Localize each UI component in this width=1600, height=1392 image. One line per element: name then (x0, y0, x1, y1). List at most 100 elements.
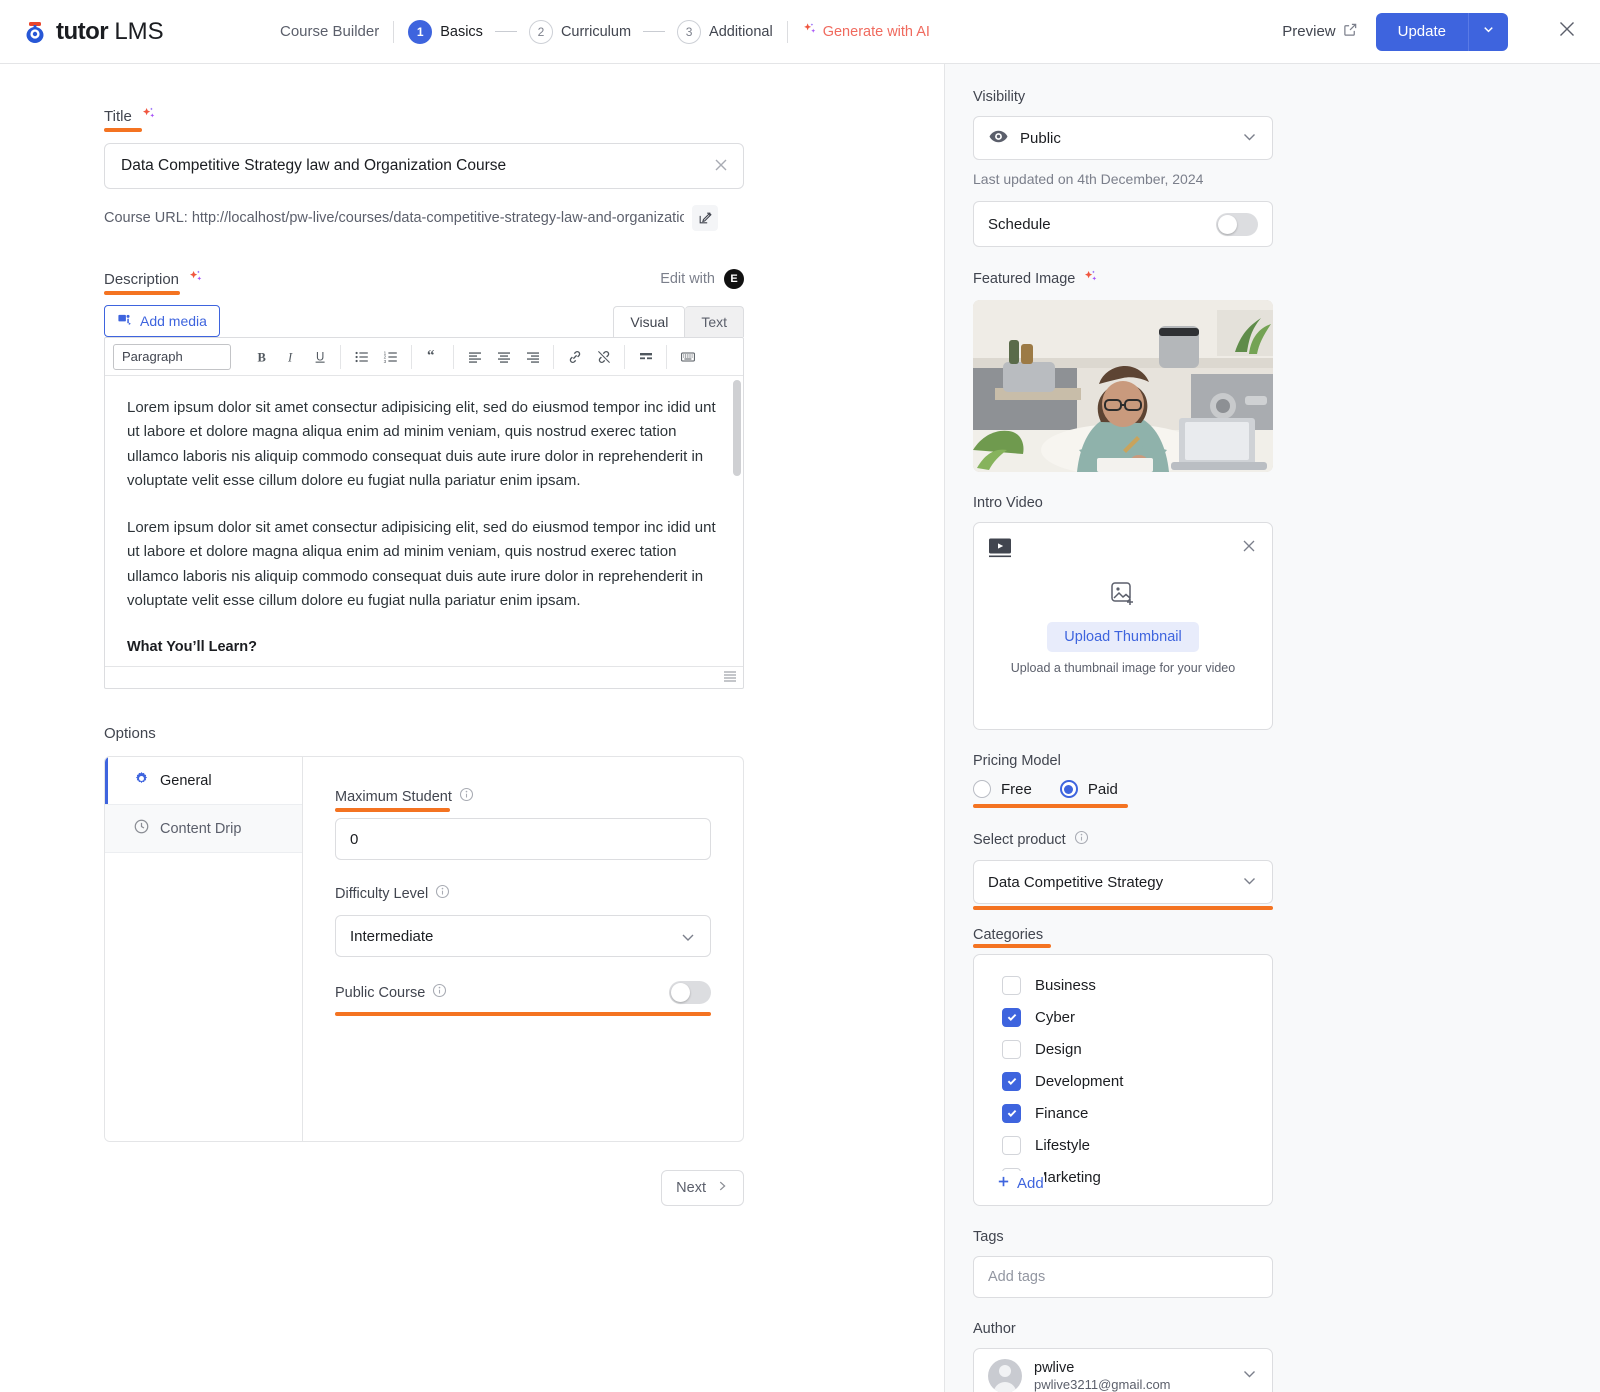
sparkle-icon[interactable] (188, 269, 204, 289)
tab-visual[interactable]: Visual (613, 306, 686, 337)
close-icon[interactable] (1240, 537, 1258, 560)
step-basics-label: Basics (440, 23, 483, 40)
pricing-model-label: Pricing Model (973, 753, 1061, 769)
category-label: Cyber (1035, 1008, 1076, 1026)
author-select[interactable]: pwlive pwlive3211@gmail.com (973, 1348, 1273, 1392)
add-media-button[interactable]: Add media (104, 305, 220, 337)
course-title-input[interactable] (104, 143, 744, 189)
align-center-icon[interactable] (490, 343, 517, 370)
brand-logo: tutor LMS (22, 18, 280, 46)
blockquote-icon[interactable]: “ (419, 343, 446, 370)
update-button[interactable]: Update (1375, 12, 1468, 51)
description-header: Description Edit with E (104, 269, 744, 295)
insert-link-icon[interactable] (561, 343, 588, 370)
visibility-select[interactable]: Public (973, 116, 1273, 160)
chevron-right-icon (715, 1179, 729, 1197)
info-icon[interactable] (459, 787, 474, 806)
difficulty-level-select[interactable] (335, 915, 711, 957)
category-label: Business (1035, 976, 1096, 994)
add-category-button[interactable]: Add (996, 1171, 1044, 1193)
image-plus-icon (1109, 580, 1137, 613)
pricing-option-free[interactable]: Free (973, 780, 1032, 798)
toolbar-group-more (624, 343, 666, 370)
category-checkbox[interactable] (1002, 975, 1021, 995)
editor-scrollbar[interactable] (733, 380, 741, 476)
gear-icon (133, 770, 150, 791)
toolbar-toggle-icon[interactable] (674, 343, 701, 370)
clear-title-icon[interactable] (712, 156, 730, 179)
resize-handle-icon[interactable] (723, 669, 737, 687)
title-field-wrap (104, 143, 744, 189)
schedule-toggle[interactable] (1216, 212, 1258, 236)
tab-text[interactable]: Text (685, 306, 744, 337)
featured-image-preview[interactable] (973, 300, 1273, 472)
generate-with-ai-button[interactable]: Generate with AI (802, 22, 930, 41)
next-button[interactable]: Next (661, 1170, 744, 1206)
video-source-icon[interactable] (988, 537, 1012, 564)
update-dropdown-toggle[interactable] (1468, 12, 1508, 51)
numbered-list-icon[interactable]: 123 (377, 343, 404, 370)
category-checkbox[interactable] (1002, 1071, 1021, 1091)
pricing-option-paid[interactable]: Paid (1059, 780, 1118, 798)
svg-text:“: “ (427, 349, 435, 364)
category-item[interactable]: Design (974, 1033, 1272, 1065)
edit-with-elementor-button[interactable]: Edit with E (660, 269, 744, 289)
info-icon[interactable] (432, 983, 447, 1002)
upload-thumbnail-hint: Upload a thumbnail image for your video (1010, 661, 1236, 675)
step-curriculum[interactable]: 2 Curriculum (528, 19, 631, 44)
editor-mode-tabs: Visual Text (613, 306, 744, 337)
align-right-icon[interactable] (519, 343, 546, 370)
category-item[interactable]: Development (974, 1065, 1272, 1097)
toolbar-group-quote: “ (411, 343, 453, 370)
paragraph-format-select[interactable]: Paragraph (113, 343, 231, 370)
last-updated-text: Last updated on 4th December, 2024 (973, 171, 1204, 187)
info-icon[interactable] (435, 884, 450, 903)
select-product-dropdown[interactable]: Data Competitive Strategy (973, 860, 1273, 904)
options-tab-content-drip[interactable]: Content Drip (105, 805, 302, 853)
step-separator-1 (494, 31, 517, 32)
media-icon (117, 312, 132, 330)
upload-thumbnail-button[interactable]: Upload Thumbnail (1047, 622, 1199, 652)
bold-icon[interactable]: B (248, 343, 275, 370)
public-course-toggle[interactable] (669, 981, 711, 1004)
chevron-down-icon (1241, 130, 1258, 147)
remove-link-icon[interactable] (590, 343, 617, 370)
category-item[interactable]: Lifestyle (974, 1129, 1272, 1161)
tags-input[interactable]: Add tags (973, 1256, 1273, 1298)
align-left-icon[interactable] (461, 343, 488, 370)
svg-text:3: 3 (383, 358, 386, 363)
toggle-knob (1218, 214, 1237, 234)
info-icon[interactable] (1074, 830, 1089, 849)
category-item[interactable]: Finance (974, 1097, 1272, 1129)
chevron-down-icon (1241, 874, 1258, 891)
preview-button[interactable]: Preview (1282, 22, 1357, 41)
category-checkbox[interactable] (1002, 1007, 1021, 1027)
next-row: Next (104, 1170, 744, 1246)
tutor-lms-logo-icon (22, 19, 48, 45)
categories-label: Categories (973, 927, 1052, 948)
italic-icon[interactable]: I (277, 343, 304, 370)
step-basics[interactable]: 1 Basics (408, 19, 483, 44)
step-basics-number: 1 (408, 19, 433, 44)
sparkle-icon[interactable] (141, 106, 157, 126)
category-checkbox[interactable] (1002, 1039, 1021, 1059)
category-item[interactable]: Cyber (974, 1001, 1272, 1033)
underline-icon[interactable]: U (306, 343, 333, 370)
header-divider-1 (393, 20, 395, 43)
options-tab-general[interactable]: General (105, 757, 302, 805)
category-item[interactable]: Business (974, 969, 1272, 1001)
chevron-down-icon (1241, 1367, 1258, 1385)
max-student-input[interactable] (335, 818, 711, 860)
close-builder-button[interactable] (1556, 18, 1578, 45)
category-checkbox[interactable] (1002, 1135, 1021, 1155)
sparkle-icon[interactable] (1083, 269, 1099, 289)
category-checkbox[interactable] (1002, 1103, 1021, 1123)
max-student-label: Maximum Student (335, 787, 474, 812)
bulleted-list-icon[interactable] (348, 343, 375, 370)
insert-read-more-icon[interactable] (632, 343, 659, 370)
course-url-row: Course URL: http://localhost/pw-live/cou… (104, 205, 744, 231)
public-course-label: Public Course (335, 983, 447, 1002)
description-editor-body[interactable]: Lorem ipsum dolor sit amet consectur adi… (105, 376, 743, 666)
edit-url-button[interactable] (692, 205, 718, 231)
step-additional[interactable]: 3 Additional (677, 19, 773, 44)
